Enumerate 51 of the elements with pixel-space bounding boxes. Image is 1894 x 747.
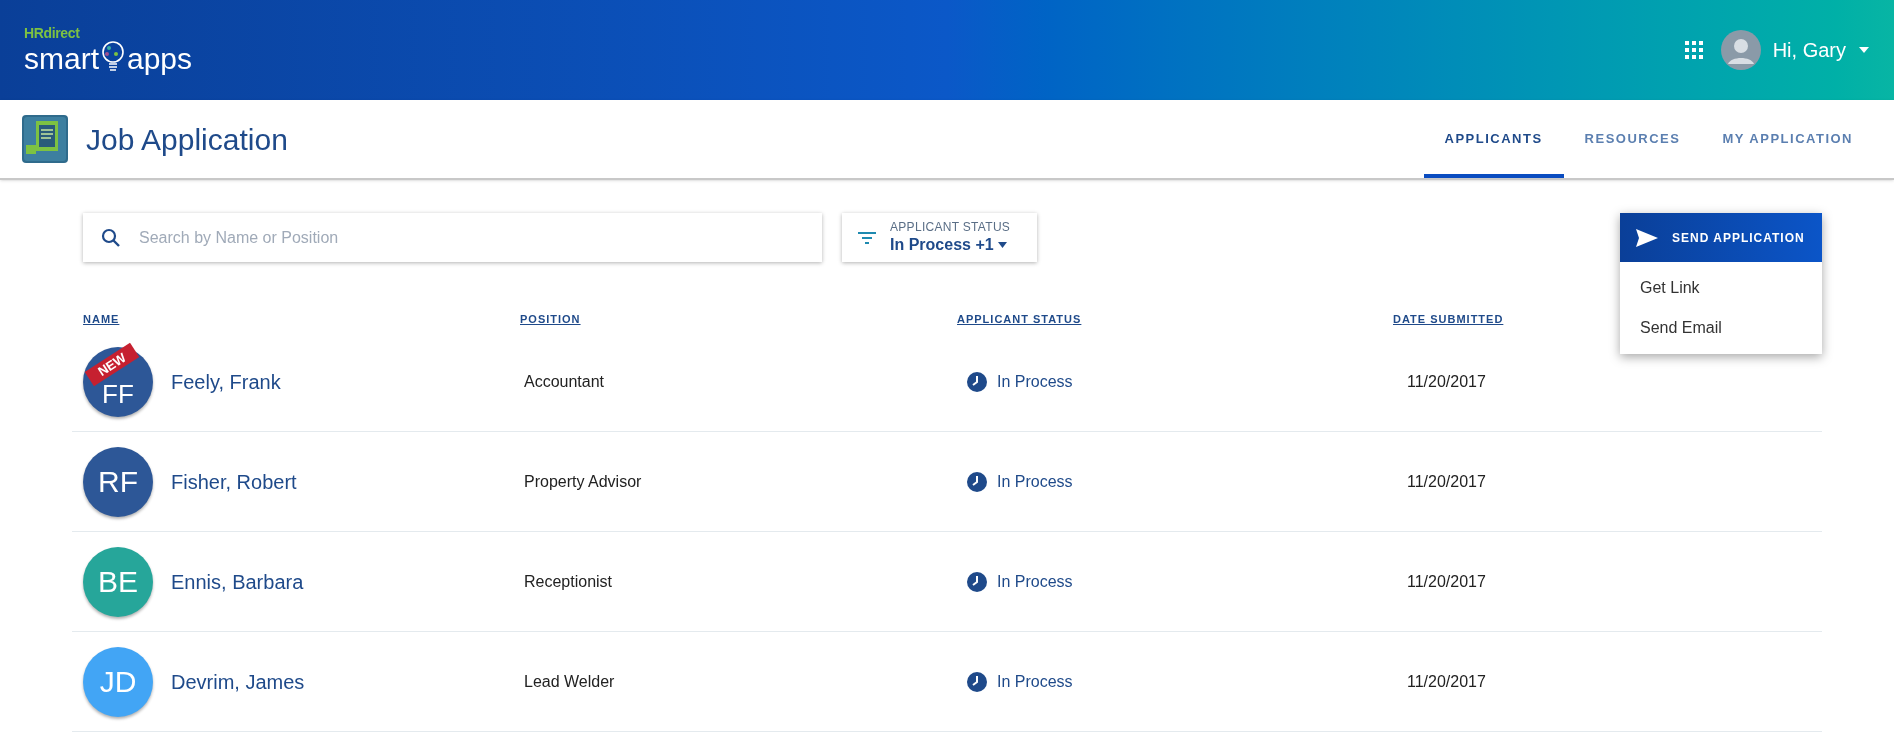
nav-tab[interactable]: APPLICANTS	[1423, 100, 1564, 178]
avatar-icon	[1720, 30, 1761, 70]
position-cell: Receptionist	[524, 572, 613, 590]
clock-icon	[967, 471, 987, 492]
nav-tab[interactable]: RESOURCES	[1563, 100, 1702, 178]
nav-tab[interactable]: MY APPLICATION	[1701, 100, 1874, 178]
app-title: Job Application	[86, 121, 288, 158]
position-cell: Property Advisor	[524, 472, 642, 490]
clipboard-app-icon	[22, 115, 68, 163]
filter-value: In Process +1	[890, 235, 994, 255]
date-cell: 11/20/2017	[1407, 672, 1486, 690]
column-header[interactable]: NAME	[83, 313, 120, 325]
send-icon	[1636, 228, 1658, 247]
search-input[interactable]: Search by Name or Position	[139, 225, 804, 250]
lightbulb-icon	[101, 40, 125, 74]
date-cell: 11/20/2017	[1407, 572, 1486, 590]
column-header[interactable]: POSITION	[520, 313, 581, 325]
brand-label: HRdirect	[24, 26, 81, 40]
clock-icon	[967, 571, 987, 592]
filter-icon	[858, 230, 876, 245]
applicant-name[interactable]: Devrim, James	[171, 666, 305, 697]
status-cell-text: In Process	[997, 571, 1073, 592]
position-cell: Lead Welder	[524, 672, 615, 690]
menu-item[interactable]: Get Link	[1620, 268, 1822, 308]
search-field[interactable]: Search by Name or Position	[83, 213, 822, 262]
status-cell-text: In Process	[997, 671, 1073, 692]
column-header[interactable]: APPLICANT STATUS	[957, 313, 1082, 325]
date-cell: 11/20/2017	[1407, 472, 1486, 490]
applicant-name[interactable]: Ennis, Barbara	[171, 566, 304, 597]
avatar: RF	[83, 446, 153, 517]
clock-icon	[967, 371, 987, 392]
search-icon	[101, 227, 121, 248]
avatar: BE	[83, 546, 153, 617]
date-cell: 11/20/2017	[1407, 372, 1486, 390]
product-label-left: smart	[24, 44, 99, 74]
clock-icon	[967, 671, 987, 692]
filter-label: APPLICANT STATUS	[890, 220, 1011, 235]
applicant-name[interactable]: Fisher, Robert	[171, 466, 297, 497]
send-application-button[interactable]: SEND APPLICATION	[1620, 213, 1822, 262]
status-cell-text: In Process	[997, 371, 1073, 392]
applicant-name[interactable]: Feely, Frank	[171, 366, 281, 397]
position-cell: Accountant	[524, 372, 605, 390]
column-header[interactable]: DATE SUBMITTED	[1393, 313, 1504, 325]
status-filter[interactable]: APPLICANT STATUS In Process +1	[842, 213, 1037, 262]
status-cell-text: In Process	[997, 471, 1073, 492]
caret-icon	[997, 242, 1007, 248]
menu-item[interactable]: Send Email	[1620, 308, 1822, 348]
caret-icon	[1858, 46, 1870, 54]
apps-grid-icon[interactable]	[1684, 41, 1703, 59]
product-label-right: apps	[127, 44, 193, 74]
avatar: JD	[83, 646, 153, 717]
